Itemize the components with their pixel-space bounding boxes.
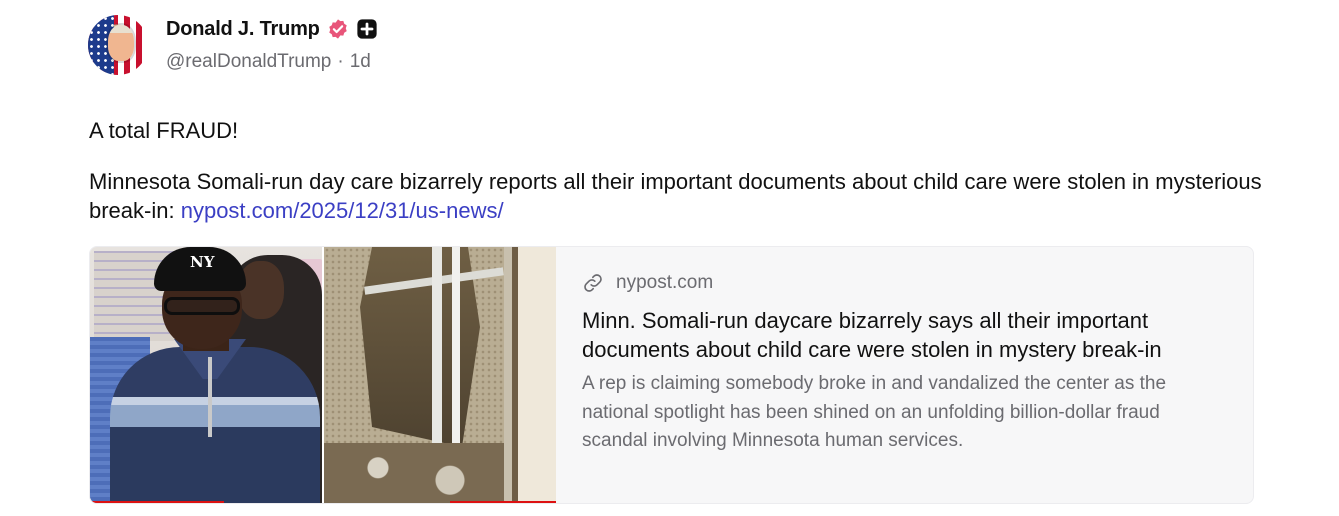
post-time[interactable]: 1d: [350, 51, 371, 73]
verified-badge-icon: [328, 19, 347, 39]
author-meta-row: @realDonaldTrump · 1d: [166, 51, 371, 73]
link-preview-domain: nypost.com: [616, 272, 714, 293]
author-handle[interactable]: @realDonaldTrump: [166, 51, 331, 73]
post-text: A total FRAUD! Minnesota Somali-run day …: [89, 116, 1269, 247]
author-display-name[interactable]: Donald J. Trump: [166, 18, 320, 41]
link-preview-domain-row: nypost.com: [582, 269, 1222, 297]
author-name-row: Donald J. Trump: [166, 16, 378, 42]
meta-separator: ·: [337, 51, 344, 72]
preview-photo-left: NY: [90, 247, 322, 503]
link-preview-title[interactable]: Minn. Somali-run daycare bizarrely says …: [582, 307, 1192, 364]
post-text-line1: A total FRAUD!: [89, 118, 239, 143]
post-container: Donald J. Trump @realDonaldTrump · 1d A …: [0, 0, 1339, 516]
link-preview-image: NY: [90, 247, 556, 503]
avatar-face: [108, 25, 134, 61]
post-text-body: Minnesota Somali-run day care bizarrely …: [89, 167, 1269, 225]
avatar[interactable]: [88, 15, 148, 75]
link-chain-icon: [584, 274, 602, 292]
plus-square-icon[interactable]: [356, 18, 378, 40]
preview-photo-right: [324, 247, 556, 503]
link-preview-text: nypost.com Minn. Somali-run daycare biza…: [582, 269, 1222, 456]
link-preview-card[interactable]: NY nypost.com Minn. Somali-run daycare b…: [89, 246, 1254, 504]
post-link[interactable]: nypost.com/2025/12/31/us-news/: [181, 198, 504, 223]
link-preview-description: A rep is claiming somebody broke in and …: [582, 373, 1167, 451]
